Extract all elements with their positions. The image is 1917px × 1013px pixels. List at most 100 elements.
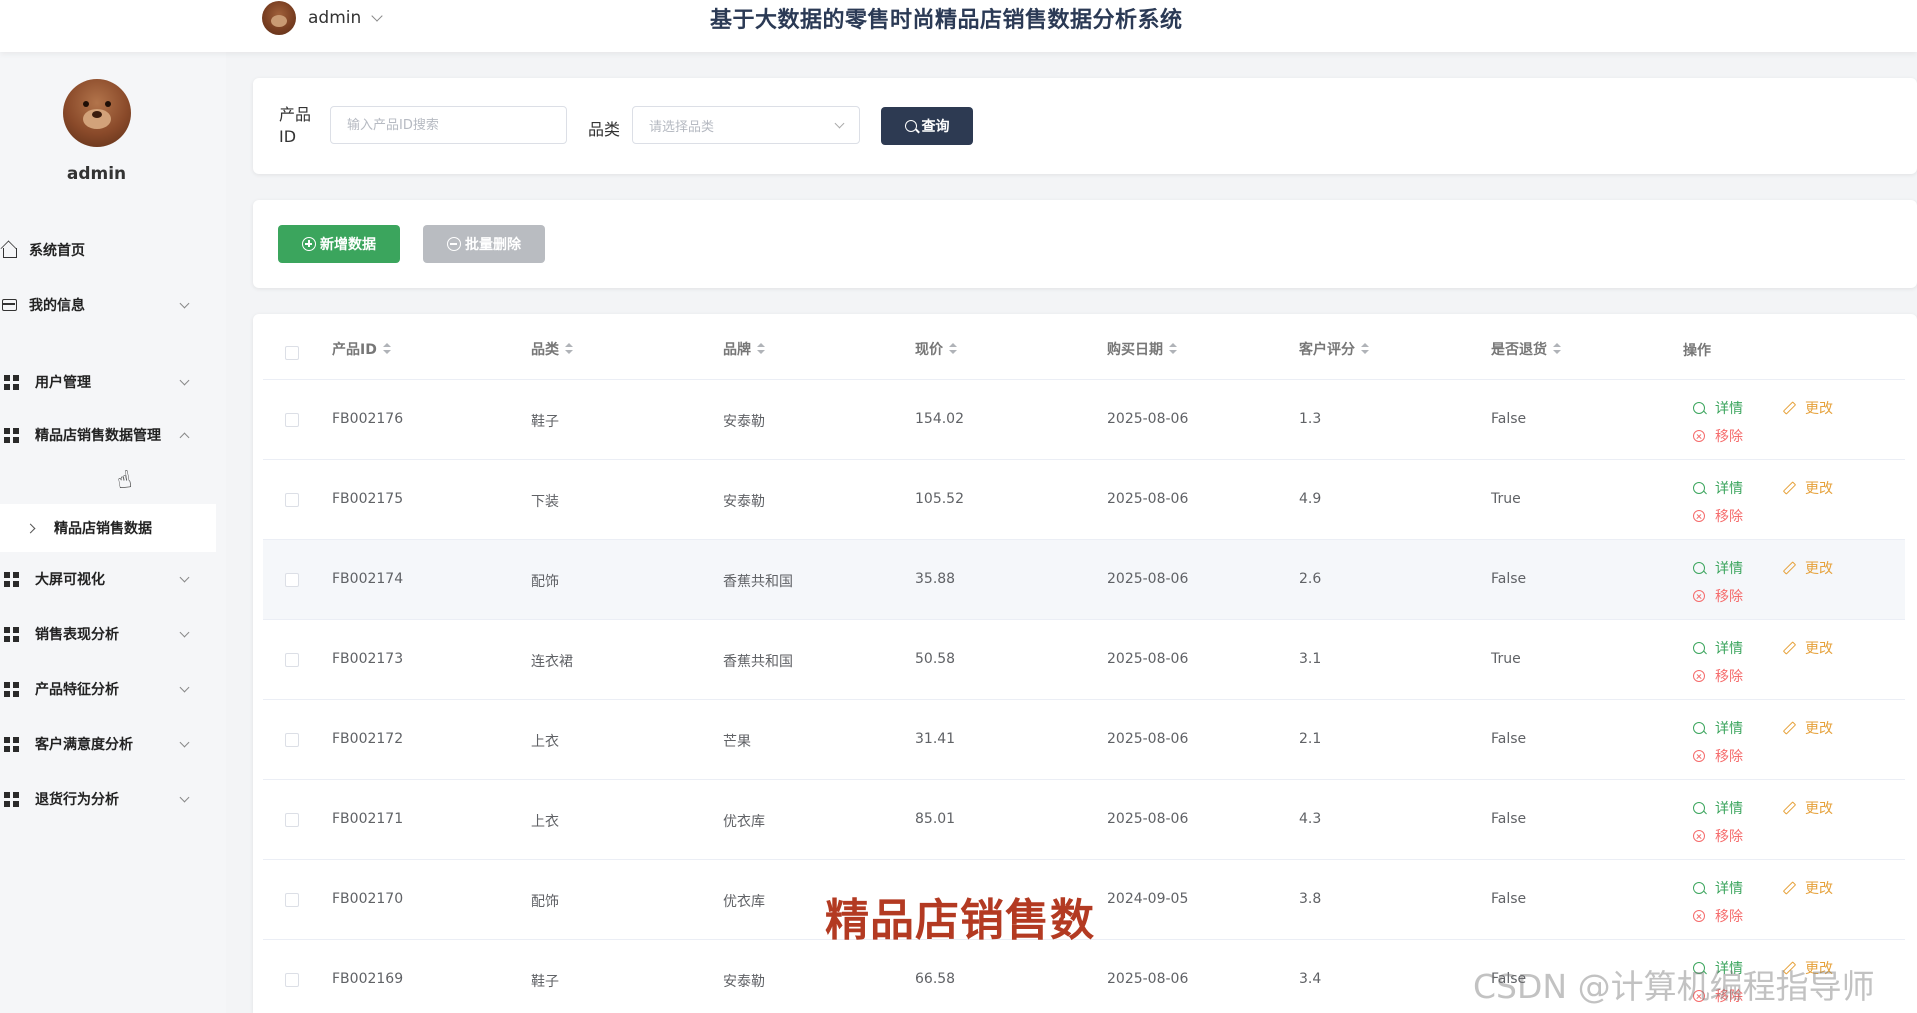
cell-category: 配饰 xyxy=(531,574,559,590)
remove-button[interactable]: 移除 xyxy=(1693,426,1743,446)
grid-icon xyxy=(4,681,19,697)
cell-rating: 4.9 xyxy=(1299,491,1322,507)
row-checkbox[interactable] xyxy=(285,653,299,667)
cell-product-id: FB002171 xyxy=(332,811,404,827)
cell-price: 85.01 xyxy=(915,811,956,827)
table-row[interactable]: FB002173 连衣裙 香蕉共和国 50.58 2025-08-06 3.1 True 详情… xyxy=(263,620,1905,700)
cell-returned: False xyxy=(1491,891,1527,907)
search-panel: 产品ID 品类 请选择品类 查询 xyxy=(253,78,1917,174)
row-checkbox[interactable] xyxy=(285,813,299,827)
close-circle-icon xyxy=(1693,910,1705,922)
chevron-down-icon xyxy=(834,118,845,129)
detail-button[interactable]: 详情 xyxy=(1693,398,1743,418)
column-header-purchase-date[interactable]: 购买日期 xyxy=(1107,339,1177,359)
sort-icon[interactable] xyxy=(1553,343,1561,355)
detail-button[interactable]: 详情 xyxy=(1693,558,1743,578)
sort-icon[interactable] xyxy=(565,343,573,355)
column-header-returned[interactable]: 是否退货 xyxy=(1491,339,1561,359)
edit-button[interactable]: 更改 xyxy=(1782,478,1833,498)
edit-button[interactable]: 更改 xyxy=(1782,558,1833,578)
row-checkbox[interactable] xyxy=(285,893,299,907)
row-checkbox[interactable] xyxy=(285,973,299,987)
query-button[interactable]: 查询 xyxy=(881,107,973,145)
sort-icon[interactable] xyxy=(757,343,765,355)
close-circle-icon xyxy=(1693,510,1705,522)
detail-button[interactable]: 详情 xyxy=(1693,798,1743,818)
column-header-rating[interactable]: 客户评分 xyxy=(1299,339,1369,359)
sidebar-item-my-info[interactable]: 我的信息 xyxy=(0,285,216,325)
remove-button[interactable]: 移除 xyxy=(1693,666,1743,686)
edit-button-label: 更改 xyxy=(1805,561,1833,577)
table-row[interactable]: FB002175 下装 安泰勒 105.52 2025-08-06 4.9 True 详情 更改… xyxy=(263,460,1905,540)
sort-icon[interactable] xyxy=(382,343,391,355)
sidebar-item-sales-analysis[interactable]: 销售表现分析 xyxy=(0,614,216,654)
header-username[interactable]: admin xyxy=(308,8,361,28)
cell-price: 50.58 xyxy=(915,651,956,667)
search-icon xyxy=(904,120,917,132)
detail-button[interactable]: 详情 xyxy=(1693,478,1743,498)
row-checkbox[interactable] xyxy=(285,573,299,587)
sort-icon[interactable] xyxy=(949,343,957,355)
cell-purchase-date: 2025-08-06 xyxy=(1107,571,1189,587)
cell-price: 31.41 xyxy=(915,731,956,747)
remove-button[interactable]: 移除 xyxy=(1693,586,1743,606)
product-id-input[interactable] xyxy=(330,106,567,144)
header-user-menu[interactable]: admin xyxy=(262,1,383,35)
sidebar-item-home[interactable]: 系统首页 xyxy=(0,230,216,270)
sort-icon[interactable] xyxy=(1361,343,1369,355)
table-header: 产品ID 品类 品牌 现价 购买日期 客户评分 是否退货 操作 xyxy=(263,314,1905,380)
sidebar-username: admin xyxy=(66,164,127,184)
table-row[interactable]: FB002176 鞋子 安泰勒 154.02 2025-08-06 1.3 False 详情 更… xyxy=(263,380,1905,460)
table-row[interactable]: FB002171 上衣 优衣库 85.01 2025-08-06 4.3 False 详情 更改… xyxy=(263,780,1905,860)
edit-button-label: 更改 xyxy=(1805,641,1833,657)
row-checkbox[interactable] xyxy=(285,413,299,427)
detail-button[interactable]: 详情 xyxy=(1693,718,1743,738)
detail-button[interactable]: 详情 xyxy=(1693,878,1743,898)
table-row[interactable]: FB002172 上衣 芒果 31.41 2025-08-06 2.1 False 详情 更改移… xyxy=(263,700,1905,780)
sort-icon[interactable] xyxy=(1169,343,1177,355)
edit-button[interactable]: 更改 xyxy=(1782,398,1833,418)
sidebar-item-user-management[interactable]: 用户管理 xyxy=(0,362,216,402)
remove-button[interactable]: 移除 xyxy=(1693,746,1743,766)
cell-purchase-date: 2025-08-06 xyxy=(1107,411,1189,427)
category-select[interactable]: 请选择品类 xyxy=(632,106,860,144)
bulk-delete-button[interactable]: 批量删除 xyxy=(423,225,545,263)
chevron-down-icon xyxy=(179,682,190,692)
select-all-checkbox[interactable] xyxy=(285,346,299,360)
grid-icon xyxy=(4,791,19,807)
edit-button[interactable]: 更改 xyxy=(1782,718,1833,738)
sidebar-item-satisfaction-analysis[interactable]: 客户满意度分析 xyxy=(0,724,216,764)
edit-button[interactable]: 更改 xyxy=(1782,638,1833,658)
add-data-button[interactable]: 新增数据 xyxy=(278,225,400,263)
remove-button-label: 移除 xyxy=(1715,749,1743,765)
cell-brand: 优衣库 xyxy=(723,894,765,910)
row-checkbox[interactable] xyxy=(285,733,299,747)
table-row[interactable]: FB002174 配饰 香蕉共和国 35.88 2025-08-06 2.6 False 详情… xyxy=(263,540,1905,620)
column-header-brand[interactable]: 品牌 xyxy=(723,339,765,359)
remove-button[interactable]: 移除 xyxy=(1693,826,1743,846)
column-header-price[interactable]: 现价 xyxy=(915,339,957,359)
sidebar-item-big-screen[interactable]: 大屏可视化 xyxy=(0,559,216,599)
minus-circle-icon xyxy=(447,237,461,251)
header-avatar[interactable] xyxy=(262,1,296,35)
cell-category: 连衣裙 xyxy=(531,654,573,670)
cell-rating: 1.3 xyxy=(1299,411,1322,427)
remove-button[interactable]: 移除 xyxy=(1693,506,1743,526)
edit-button[interactable]: 更改 xyxy=(1782,878,1833,898)
edit-button[interactable]: 更改 xyxy=(1782,798,1833,818)
chevron-down-icon[interactable] xyxy=(371,9,383,22)
row-checkbox[interactable] xyxy=(285,493,299,507)
column-header-product-id[interactable]: 产品ID xyxy=(332,339,391,359)
edit-button-label: 更改 xyxy=(1805,401,1833,417)
cell-rating: 3.1 xyxy=(1299,651,1322,667)
sidebar-subitem-sales-data[interactable]: 精品店销售数据 xyxy=(0,504,216,552)
search-icon xyxy=(1693,882,1705,894)
column-header-category[interactable]: 品类 xyxy=(531,339,573,359)
remove-button[interactable]: 移除 xyxy=(1693,906,1743,926)
sidebar-item-return-analysis[interactable]: 退货行为分析 xyxy=(0,779,216,819)
sidebar-item-product-analysis[interactable]: 产品特征分析 xyxy=(0,669,216,709)
detail-button[interactable]: 详情 xyxy=(1693,638,1743,658)
sidebar-item-sales-data-management[interactable]: 精品店销售数据管理 xyxy=(0,415,216,455)
cell-returned: False xyxy=(1491,571,1527,587)
cell-purchase-date: 2025-08-06 xyxy=(1107,651,1189,667)
